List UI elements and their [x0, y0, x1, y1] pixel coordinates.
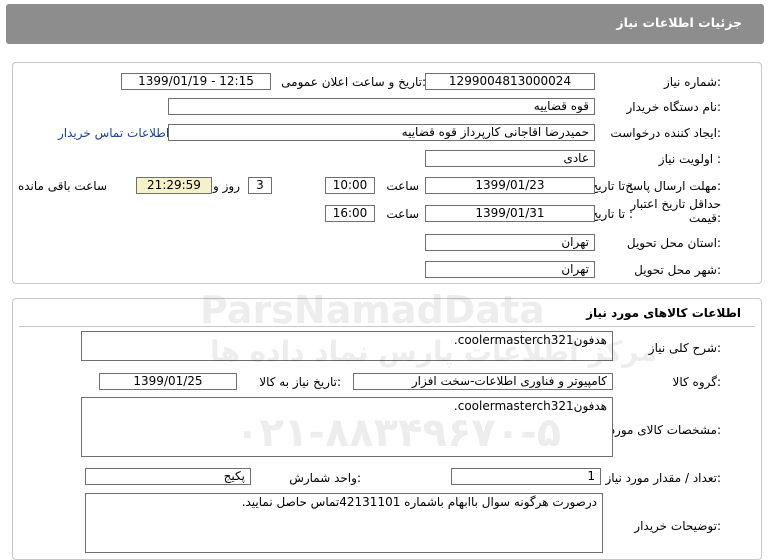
group-field: کامپیوتر و فناوری اطلاعات-سخت افزار — [353, 373, 613, 390]
specs-field: هدفونcoolermasterch321. — [81, 397, 613, 457]
qty-label: تعداد / مقدار مورد نیاز: — [605, 471, 721, 485]
unit-field: پکیج — [85, 468, 251, 485]
province-label: استان محل تحویل: — [626, 236, 721, 250]
need-date-field: 1399/01/25 — [99, 373, 237, 390]
deadline-date-field: 1399/01/23 — [425, 177, 595, 194]
validity-to-date-label: تا تاریخ : — [590, 207, 633, 221]
need-date-label: تاریخ نیاز به کالا: — [259, 375, 341, 389]
deadline-time-field: 10:00 — [325, 177, 375, 194]
city-field: تهران — [425, 261, 595, 278]
deadline-label: مهلت ارسال پاسخ: — [625, 179, 721, 193]
buyer-contact-link[interactable]: اطلاعات تماس خریدار — [58, 126, 169, 140]
unit-label: واحد شمارش: — [289, 471, 361, 485]
buyer-label: نام دستگاه خریدار: — [626, 100, 722, 114]
validity-time-field: 16:00 — [325, 205, 375, 222]
announce-field: 1399/01/19 - 12:15 — [121, 73, 271, 90]
goods-section-title: اطلاعات کالاهای مورد نیاز — [586, 306, 741, 320]
need-number-field: 1299004813000024 — [425, 73, 595, 90]
deadline-to-date-label: تا تاریخ : — [590, 179, 633, 193]
priority-label: اولویت نیاز : — [658, 152, 721, 166]
buyer-field: قوه قضاییه — [168, 98, 595, 115]
announce-label: تاریخ و ساعت اعلان عمومی: — [281, 75, 426, 89]
deadline-time-label: ساعت — [386, 179, 419, 193]
need-info-panel: شماره نیاز: 1299004813000024 تاریخ و ساع… — [12, 62, 762, 284]
qty-field: 1 — [451, 468, 601, 485]
validity-date-field: 1399/01/31 — [425, 205, 595, 222]
creator-label: ایجاد کننده درخواست: — [610, 126, 721, 140]
city-label: شهر محل تحویل: — [634, 263, 721, 277]
page-header: جزئیات اطلاعات نیاز — [6, 4, 764, 44]
page-title: جزئیات اطلاعات نیاز — [616, 15, 742, 30]
need-number-label: شماره نیاز: — [663, 75, 721, 89]
remaining-label: ساعت باقی مانده — [17, 179, 107, 193]
buyer-notes-field: درصورت هرگونه سوال باابهام باشماره 42131… — [85, 493, 603, 553]
section-divider — [19, 326, 755, 327]
summary-label: شرح کلی نیاز: — [648, 341, 721, 355]
group-label: گروه کالا: — [672, 375, 722, 389]
days-label: روز و — [213, 179, 240, 193]
buyer-notes-label: توضیحات خریدار: — [634, 519, 721, 533]
remaining-time-field: 21:29:59 — [136, 177, 212, 194]
validity-label-line1: حداقل تاریخ اعتبار — [630, 197, 721, 211]
creator-field: حمیدرضا اقاجانی کارپرداز قوه قضاییه — [168, 124, 595, 141]
validity-label-line2: قیمت: — [688, 211, 721, 225]
days-field: 3 — [248, 177, 272, 194]
priority-field: عادی — [425, 150, 595, 167]
province-field: تهران — [425, 234, 595, 251]
validity-time-label: ساعت — [386, 207, 419, 221]
goods-info-panel: اطلاعات کالاهای مورد نیاز شرح کلی نیاز: … — [12, 298, 762, 560]
summary-field: هدفونcoolermasterch321. — [81, 331, 613, 361]
